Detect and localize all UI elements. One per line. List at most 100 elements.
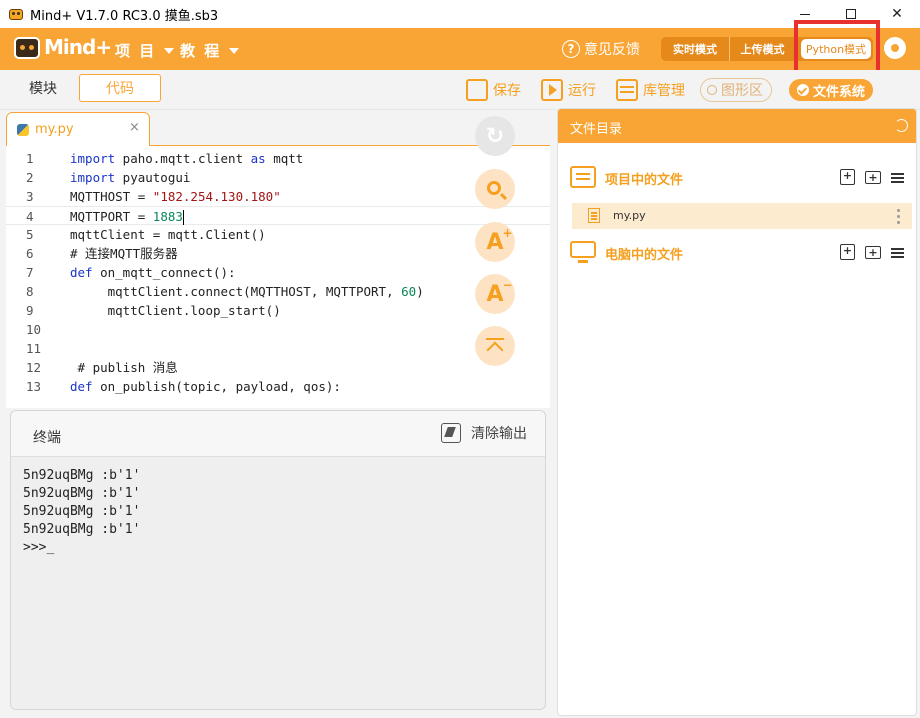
window-titlebar: Mind+ V1.7.0 RC3.0 摸鱼.sb3 ✕ [0, 0, 920, 28]
folder-list-icon [570, 166, 596, 188]
terminal-header: 终端 清除输出 [11, 411, 545, 457]
text-cursor [182, 210, 184, 225]
code-line: 10 [26, 322, 42, 337]
code-line: 3 MQTTHOST = "182.254.130.180" [26, 189, 281, 204]
document-icon [588, 208, 600, 223]
library-label: 库管理 [643, 83, 685, 99]
refresh-icon[interactable] [895, 119, 908, 132]
code-line: 8 mqttClient.connect(MQTTHOST, MQTTPORT,… [26, 284, 424, 299]
chevron-down-icon [229, 47, 240, 54]
save-button[interactable]: 保存 [466, 77, 521, 103]
menu-project-label: 项 目 [115, 42, 157, 60]
run-button[interactable]: 运行 [541, 77, 596, 103]
menu-tutorial-label: 教 程 [180, 42, 222, 60]
hamburger-menu-icon[interactable] [891, 173, 904, 175]
computer-files-label: 电脑中的文件 [605, 248, 684, 263]
font-increase-icon: A + [486, 225, 513, 255]
undo-button[interactable]: ↻ [475, 116, 515, 156]
new-folder-icon[interactable]: + [865, 246, 881, 259]
mindplus-logo: Mind+ [14, 34, 112, 64]
minimize-icon [800, 13, 810, 15]
code-line: 11 [26, 341, 42, 356]
realtime-mode-button[interactable]: 实时模式 [661, 37, 729, 61]
filesystem-button[interactable]: 文件系统 [789, 79, 873, 101]
menu-project[interactable]: 项 目 [115, 40, 175, 61]
python-icon [17, 124, 29, 136]
close-tab-icon[interactable]: × [129, 120, 140, 135]
file-name: my.py [613, 209, 646, 222]
filesystem-label: 文件系统 [812, 84, 865, 100]
mindplus-app-icon [8, 6, 24, 22]
project-files-label: 项目中的文件 [605, 173, 684, 188]
upload-mode-button[interactable]: 上传模式 [729, 37, 795, 61]
save-icon [466, 79, 488, 101]
play-icon [541, 79, 563, 101]
graphics-label: 图形区 [721, 83, 763, 99]
question-icon: ? [562, 40, 580, 58]
clear-output-button[interactable]: 清除输出 [441, 423, 527, 443]
font-decrease-icon: A − [486, 277, 513, 307]
library-icon [616, 79, 638, 101]
scroll-top-button[interactable] [475, 326, 515, 366]
tab-code[interactable]: 代码 [79, 74, 161, 102]
library-manager-button[interactable]: 库管理 [616, 77, 685, 103]
search-icon [486, 180, 501, 195]
undo-icon: ↻ [485, 123, 505, 149]
graphics-area-button[interactable]: 图形区 [700, 77, 772, 103]
tab-blocks[interactable]: 模块 [8, 74, 78, 102]
toolbar: 模块 代码 保存 运行 库管理 图形区 文件系统 [0, 70, 920, 110]
new-file-icon[interactable]: + [840, 169, 855, 185]
editor-tab-my-py[interactable]: my.py × [6, 112, 150, 146]
highlight-annotation-box [794, 20, 880, 77]
code-editor: my.py × 1 import paho.mqtt.client as mqtt… [6, 112, 550, 408]
search-button[interactable] [475, 169, 515, 209]
terminal-title: 终端 [33, 430, 61, 446]
code-line: 7 def on_mqtt_connect(): [26, 265, 236, 280]
code-line: 2 import pyautogui [26, 170, 191, 185]
terminal-line: 5n92uqBMg :b'1' [23, 486, 141, 501]
new-folder-icon[interactable]: + [865, 171, 881, 184]
file-item-my-py[interactable]: my.py [572, 203, 912, 229]
file-panel-title: 文件目录 [570, 122, 623, 137]
code-line-current: 4 MQTTPORT = 1883 [6, 206, 550, 225]
close-window-button[interactable]: ✕ [874, 0, 920, 28]
app-header: Mind+ 项 目 教 程 ? 意见反馈 实时模式 上传模式 Python模式 [0, 28, 920, 70]
computer-files-section[interactable]: 电脑中的文件 + + [558, 235, 916, 271]
file-directory-panel: 文件目录 项目中的文件 + + my.py 电脑中的文件 + + [557, 108, 917, 716]
logo-text: Mind+ [44, 35, 112, 59]
terminal-line: 5n92uqBMg :b'1' [23, 504, 141, 519]
clear-output-label: 清除输出 [471, 426, 527, 442]
code-line: 12 # publish 消息 [26, 360, 178, 375]
target-icon [707, 85, 717, 95]
terminal-output[interactable]: 5n92uqBMg :b'1' 5n92uqBMg :b'1' 5n92uqBM… [23, 467, 140, 557]
scroll-to-top-icon [486, 338, 504, 354]
new-file-icon[interactable]: + [840, 244, 855, 260]
maximize-icon [846, 9, 856, 19]
font-decrease-button[interactable]: A − [475, 274, 515, 314]
monitor-icon [570, 241, 596, 263]
close-icon: ✕ [891, 6, 903, 22]
more-options-icon[interactable] [897, 209, 900, 212]
run-label: 运行 [568, 83, 596, 99]
code-text-area[interactable]: 1 import paho.mqtt.client as mqtt 2 import… [6, 146, 550, 408]
file-panel-header: 文件目录 [558, 109, 916, 143]
save-label: 保存 [493, 83, 521, 99]
robot-logo-icon [14, 37, 40, 59]
code-line: 6 # 连接MQTT服务器 [26, 246, 178, 261]
feedback-label: 意见反馈 [584, 42, 640, 58]
terminal-line: 5n92uqBMg :b'1' [23, 468, 141, 483]
eraser-icon [441, 423, 461, 443]
code-line: 5 mqttClient = mqtt.Client() [26, 227, 266, 242]
project-files-section[interactable]: 项目中的文件 + + [558, 160, 916, 196]
code-line: 13 def on_publish(topic, payload, qos): [26, 379, 341, 394]
terminal-panel: 终端 清除输出 5n92uqBMg :b'1' 5n92uqBMg :b'1' … [10, 410, 546, 710]
code-line: 1 import paho.mqtt.client as mqtt [26, 151, 304, 166]
menu-tutorial[interactable]: 教 程 [180, 40, 240, 61]
font-increase-button[interactable]: A + [475, 222, 515, 262]
hamburger-menu-icon[interactable] [891, 248, 904, 250]
terminal-line: 5n92uqBMg :b'1' [23, 522, 141, 537]
feedback-button[interactable]: ? 意见反馈 [562, 39, 640, 59]
chevron-down-icon [164, 47, 175, 54]
check-circle-icon [796, 84, 809, 96]
settings-gear-icon[interactable] [884, 37, 906, 59]
